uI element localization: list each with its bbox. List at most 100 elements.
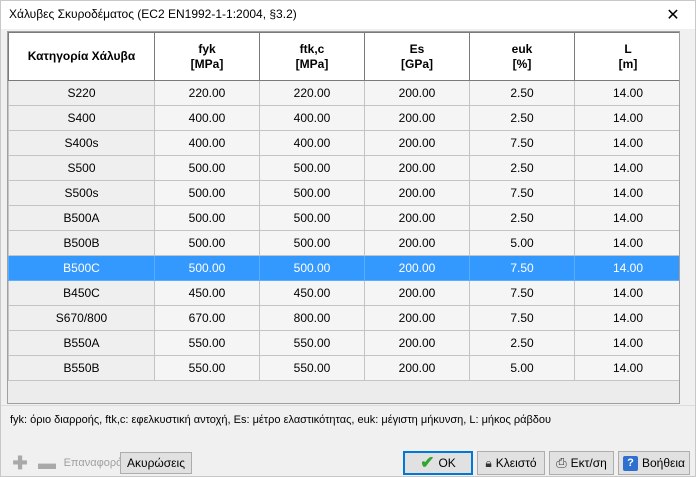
table-cell[interactable]: 500.00 [259,180,365,206]
table-cell[interactable]: B500B [8,230,155,256]
table-cell[interactable]: S670/800 [8,305,155,331]
table-cell[interactable]: 7.50 [469,180,575,206]
column-header[interactable]: ftk,c [MPa] [259,32,365,81]
table-cell[interactable]: 7.50 [469,305,575,331]
remove-row-button[interactable]: ▬ [36,452,58,474]
table-cell[interactable]: S400s [8,130,155,156]
table-row[interactable]: B500A 500.00 500.00 200.00 2.50 14.00 [8,205,679,231]
column-header[interactable]: euk [%] [469,32,575,81]
table-cell[interactable]: 200.00 [364,255,470,281]
table-cell[interactable]: 200.00 [364,355,470,381]
table-cell[interactable]: 500.00 [154,155,260,181]
column-header[interactable]: Κατηγορία Χάλυβα [8,32,155,81]
table-cell[interactable]: 500.00 [154,230,260,256]
table-cell[interactable]: 14.00 [574,280,679,306]
table-cell[interactable]: 5.00 [469,355,575,381]
table-cell[interactable]: 200.00 [364,305,470,331]
ok-button[interactable]: ✔ OK [403,451,473,475]
table-cell[interactable]: 5.00 [469,230,575,256]
table-row[interactable]: B500C 500.00 500.00 200.00 7.50 14.00 [8,255,679,281]
table-cell[interactable]: 550.00 [154,330,260,356]
table-cell[interactable]: B500C [8,255,155,281]
table-cell[interactable]: 14.00 [574,180,679,206]
table-cell[interactable]: 200.00 [364,130,470,156]
table-cell[interactable]: 500.00 [154,205,260,231]
table-cell[interactable]: 14.00 [574,205,679,231]
table-cell[interactable]: 550.00 [259,330,365,356]
table-cell[interactable]: 500.00 [154,180,260,206]
table-cell[interactable]: 550.00 [259,355,365,381]
table-row[interactable]: B450C 450.00 450.00 200.00 7.50 14.00 [8,280,679,306]
column-header[interactable]: L [m] [574,32,679,81]
table-row[interactable]: B550A 550.00 550.00 200.00 2.50 14.00 [8,330,679,356]
table-cell[interactable]: S500 [8,155,155,181]
table-cell[interactable]: 14.00 [574,230,679,256]
table-cell[interactable]: 2.50 [469,80,575,106]
table-cell[interactable]: 800.00 [259,305,365,331]
table-cell[interactable]: 200.00 [364,230,470,256]
table-cell[interactable]: 14.00 [574,105,679,131]
restore-button[interactable]: Επαναφορά [64,452,123,474]
close-button[interactable]: ✕ [651,1,695,29]
print-button[interactable]: ⎙ Εκτ/ση [549,451,614,475]
table-row[interactable]: S670/800 670.00 800.00 200.00 7.50 14.00 [8,305,679,331]
table-cell[interactable]: 14.00 [574,80,679,106]
table-cell[interactable]: 7.50 [469,255,575,281]
table-cell[interactable]: 2.50 [469,155,575,181]
table-cell[interactable]: 2.50 [469,330,575,356]
table-cell[interactable]: 14.00 [574,330,679,356]
table-cell[interactable]: 7.50 [469,130,575,156]
table-cell[interactable]: 14.00 [574,155,679,181]
table-cell[interactable]: 14.00 [574,305,679,331]
table-cell[interactable]: 7.50 [469,280,575,306]
table-cell[interactable]: 2.50 [469,105,575,131]
table-cell[interactable]: 200.00 [364,330,470,356]
table-cell[interactable]: 500.00 [259,155,365,181]
table-cell[interactable]: 500.00 [259,255,365,281]
table-cell[interactable]: S500s [8,180,155,206]
table-row[interactable]: S500s 500.00 500.00 200.00 7.50 14.00 [8,180,679,206]
help-button[interactable]: ? Βοήθεια [618,451,690,475]
table-cell[interactable]: 200.00 [364,80,470,106]
table-row[interactable]: S400 400.00 400.00 200.00 2.50 14.00 [8,105,679,131]
table-cell[interactable]: 400.00 [154,130,260,156]
table-cell[interactable]: 500.00 [259,205,365,231]
table-cell[interactable]: B550A [8,330,155,356]
table-cell[interactable]: 200.00 [364,280,470,306]
table-row[interactable]: B500B 500.00 500.00 200.00 5.00 14.00 [8,230,679,256]
table-cell[interactable]: S220 [8,80,155,106]
table-row[interactable]: S220 220.00 220.00 200.00 2.50 14.00 [8,80,679,106]
table-cell[interactable]: 400.00 [154,105,260,131]
table-cell[interactable]: S400 [8,105,155,131]
table-row[interactable]: B550B 550.00 550.00 200.00 5.00 14.00 [8,355,679,381]
table-cell[interactable]: 220.00 [154,80,260,106]
table-row[interactable]: S500 500.00 500.00 200.00 2.50 14.00 [8,155,679,181]
column-header[interactable]: Es [GPa] [364,32,470,81]
add-row-button[interactable]: ✚ [9,452,31,474]
table-cell[interactable]: 200.00 [364,105,470,131]
closed-button[interactable]: 🔒︎ Κλειστό [477,451,545,475]
table-cell[interactable]: 400.00 [259,105,365,131]
table-row[interactable]: S400s 400.00 400.00 200.00 7.50 14.00 [8,130,679,156]
table-cell[interactable]: 2.50 [469,205,575,231]
table-cell[interactable]: 220.00 [259,80,365,106]
table-cell[interactable]: B450C [8,280,155,306]
table-cell[interactable]: 400.00 [259,130,365,156]
table-cell[interactable]: 450.00 [259,280,365,306]
table-cell[interactable]: 200.00 [364,180,470,206]
table-cell[interactable]: B550B [8,355,155,381]
table-cell[interactable]: 550.00 [154,355,260,381]
table-cell[interactable]: 14.00 [574,355,679,381]
table-cell[interactable]: 200.00 [364,205,470,231]
table-cell[interactable]: 500.00 [154,255,260,281]
table-cell[interactable]: 200.00 [364,155,470,181]
table-cell[interactable]: B500A [8,205,155,231]
table-cell[interactable]: 450.00 [154,280,260,306]
table-cell[interactable]: 14.00 [574,255,679,281]
cancel-edits-button[interactable]: Ακυρώσεις [120,452,192,474]
table-cell[interactable]: 500.00 [259,230,365,256]
column-header[interactable]: fyk [MPa] [154,32,260,81]
lock-icon: 🔒︎ [485,455,492,470]
table-cell[interactable]: 14.00 [574,130,679,156]
table-cell[interactable]: 670.00 [154,305,260,331]
